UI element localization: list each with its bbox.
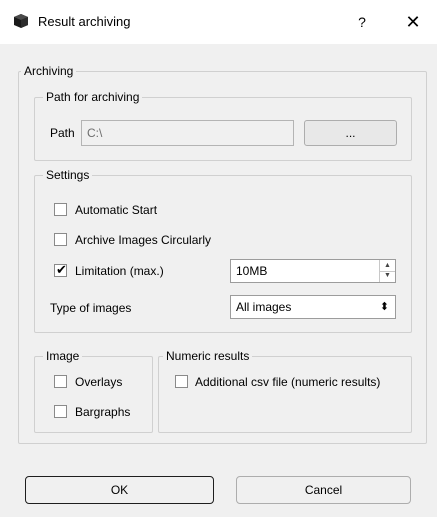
csv-label: Additional csv file (numeric results) bbox=[195, 375, 381, 389]
type-of-images-value: All images bbox=[236, 300, 292, 314]
title-bar: Result archiving ? ✕ bbox=[0, 0, 437, 44]
path-label: Path bbox=[50, 126, 75, 140]
limitation-checkbox[interactable]: ✔ bbox=[54, 262, 67, 277]
archiving-legend: Archiving bbox=[21, 64, 77, 78]
bargraphs-label: Bargraphs bbox=[75, 405, 131, 419]
window-title: Result archiving bbox=[38, 14, 131, 29]
archive-circular-label: Archive Images Circularly bbox=[75, 233, 212, 247]
overlays-label: Overlays bbox=[75, 375, 123, 389]
overlays-checkbox[interactable] bbox=[54, 375, 67, 388]
type-of-images-label: Type of images bbox=[50, 301, 132, 315]
spin-arrows: ▲ ▼ bbox=[379, 260, 395, 282]
path-group-legend: Path for archiving bbox=[43, 90, 143, 104]
browse-button[interactable]: ... bbox=[304, 120, 397, 146]
numeric-results-group bbox=[158, 356, 412, 433]
spin-down-icon[interactable]: ▼ bbox=[380, 271, 395, 281]
type-of-images-select[interactable]: All images ⬍ bbox=[230, 295, 396, 319]
checkmark-icon: ✔ bbox=[56, 262, 67, 277]
limitation-spinbox[interactable]: 10MB ▲ ▼ bbox=[230, 259, 396, 283]
csv-checkbox[interactable] bbox=[175, 375, 188, 388]
image-group-legend: Image bbox=[43, 349, 83, 363]
automatic-start-checkbox[interactable] bbox=[54, 203, 67, 216]
close-button[interactable]: ✕ bbox=[399, 10, 427, 34]
cancel-button[interactable]: Cancel bbox=[236, 476, 411, 504]
ok-button[interactable]: OK bbox=[25, 476, 214, 504]
camera-icon bbox=[14, 14, 28, 28]
archive-circular-checkbox[interactable] bbox=[54, 233, 67, 246]
limitation-value: 10MB bbox=[236, 264, 268, 278]
image-group bbox=[34, 356, 153, 433]
numeric-results-legend: Numeric results bbox=[163, 349, 253, 363]
bargraphs-checkbox[interactable] bbox=[54, 405, 67, 418]
help-button[interactable]: ? bbox=[349, 10, 375, 34]
automatic-start-label: Automatic Start bbox=[75, 203, 158, 217]
limitation-label: Limitation (max.) bbox=[75, 264, 164, 278]
select-arrows-icon: ⬍ bbox=[379, 301, 389, 313]
path-field[interactable]: C:\ bbox=[81, 120, 294, 146]
settings-legend: Settings bbox=[43, 168, 93, 182]
